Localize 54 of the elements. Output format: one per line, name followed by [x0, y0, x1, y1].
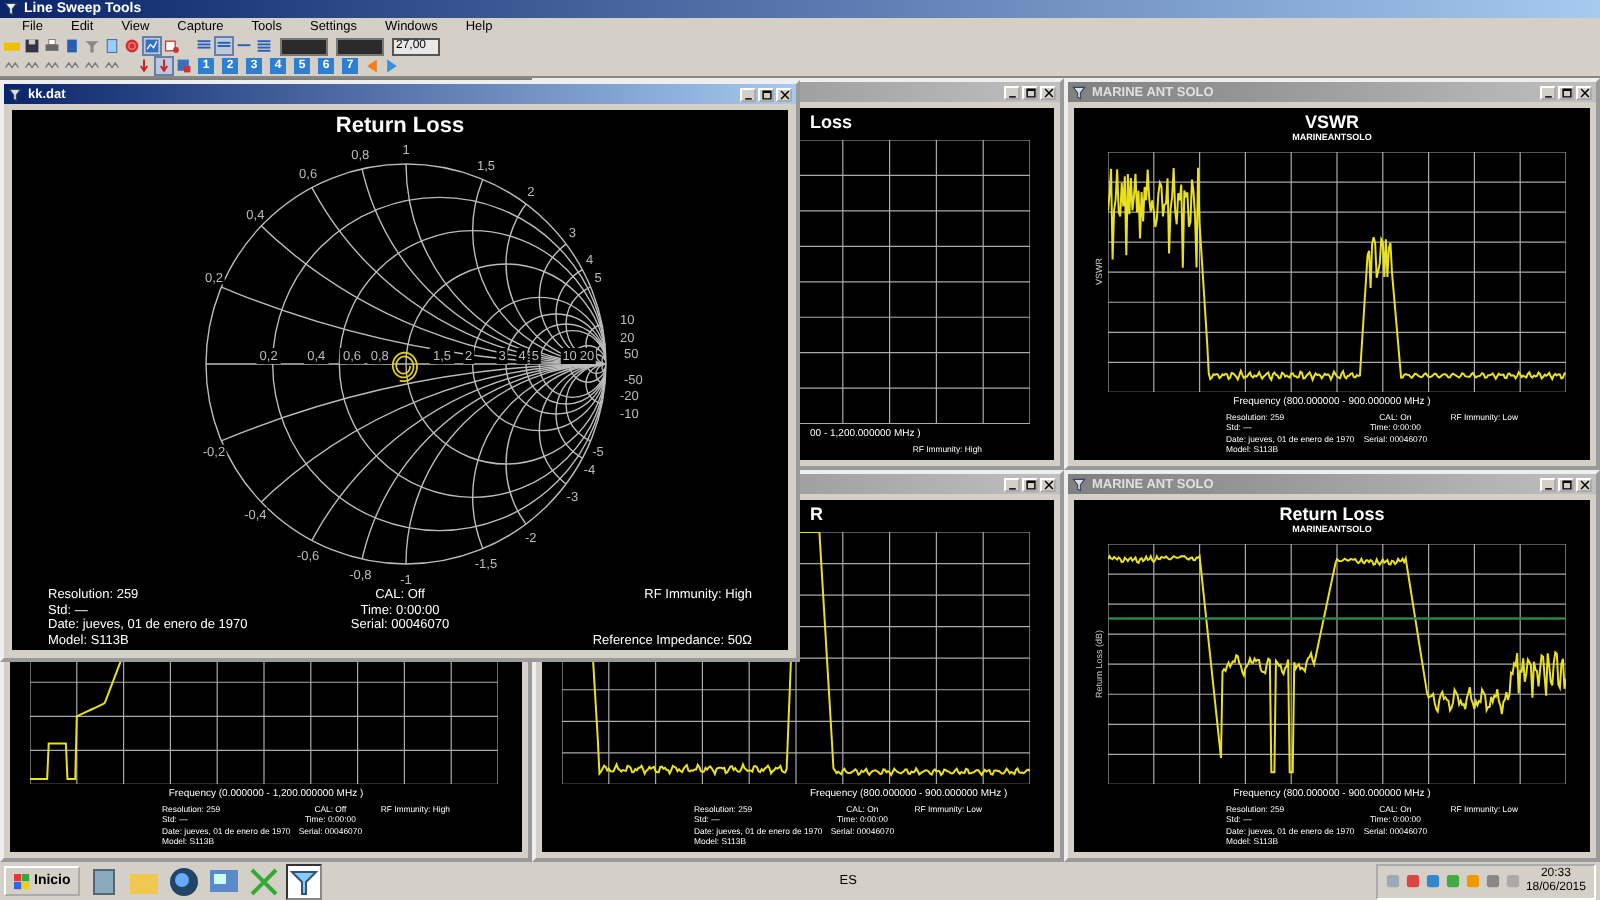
minimize-button[interactable] [1540, 85, 1556, 99]
maximize-icon [1561, 87, 1571, 97]
gauge-display [336, 37, 384, 55]
lines-icon[interactable] [216, 38, 232, 54]
app-icon [1072, 85, 1086, 99]
chart-icon[interactable] [144, 38, 160, 54]
close-icon [1579, 87, 1589, 97]
app-icon [8, 87, 22, 101]
close-button[interactable] [1040, 85, 1056, 99]
maximize-icon [1561, 479, 1571, 489]
app-icon [1072, 477, 1086, 491]
clipboard-icon[interactable] [104, 38, 120, 54]
maximize-icon [1025, 479, 1035, 489]
minimize-button[interactable] [1004, 85, 1020, 99]
save-icon[interactable] [24, 38, 40, 54]
close-icon [1043, 479, 1053, 489]
globe-icon[interactable] [168, 865, 201, 897]
marker-icon[interactable] [164, 38, 180, 54]
close-icon [779, 89, 789, 99]
trace-line [391, 351, 418, 383]
gauge-display [280, 37, 328, 55]
target-icon[interactable] [124, 38, 140, 54]
flag-icon [14, 873, 30, 889]
maximize-icon [761, 89, 771, 99]
marker-icon[interactable] [156, 58, 172, 74]
maximize-button[interactable] [1558, 85, 1574, 99]
minimize-button[interactable] [1540, 477, 1556, 491]
chart-title: R [808, 504, 825, 524]
close-button[interactable] [776, 87, 792, 101]
close-button[interactable] [1576, 85, 1592, 99]
close-button[interactable] [1576, 477, 1592, 491]
minimize-button[interactable] [1004, 477, 1020, 491]
app-icon [4, 2, 18, 16]
chart-title: VSWR [1303, 112, 1361, 132]
right-arrow-icon[interactable] [384, 58, 400, 74]
chart-title: Return Loss [333, 112, 467, 140]
maximize-button[interactable] [1022, 477, 1038, 491]
chart-title: Return Loss [1277, 504, 1387, 524]
close-icon [1579, 479, 1589, 489]
maximize-button[interactable] [1022, 85, 1038, 99]
window-icon[interactable] [176, 58, 192, 74]
marker-icon[interactable] [136, 58, 152, 74]
maximize-button[interactable] [1558, 477, 1574, 491]
lines-icon[interactable] [196, 38, 212, 54]
maximize-icon [1025, 87, 1035, 97]
lines-icon[interactable] [256, 38, 272, 54]
network-icon[interactable] [208, 865, 241, 897]
print-icon[interactable] [44, 38, 60, 54]
minimize-button[interactable] [740, 87, 756, 101]
close-button[interactable] [1040, 477, 1056, 491]
maximize-button[interactable] [758, 87, 774, 101]
filter-icon[interactable] [84, 38, 100, 54]
close-icon [1043, 87, 1053, 97]
chart-title: Loss [808, 112, 855, 132]
